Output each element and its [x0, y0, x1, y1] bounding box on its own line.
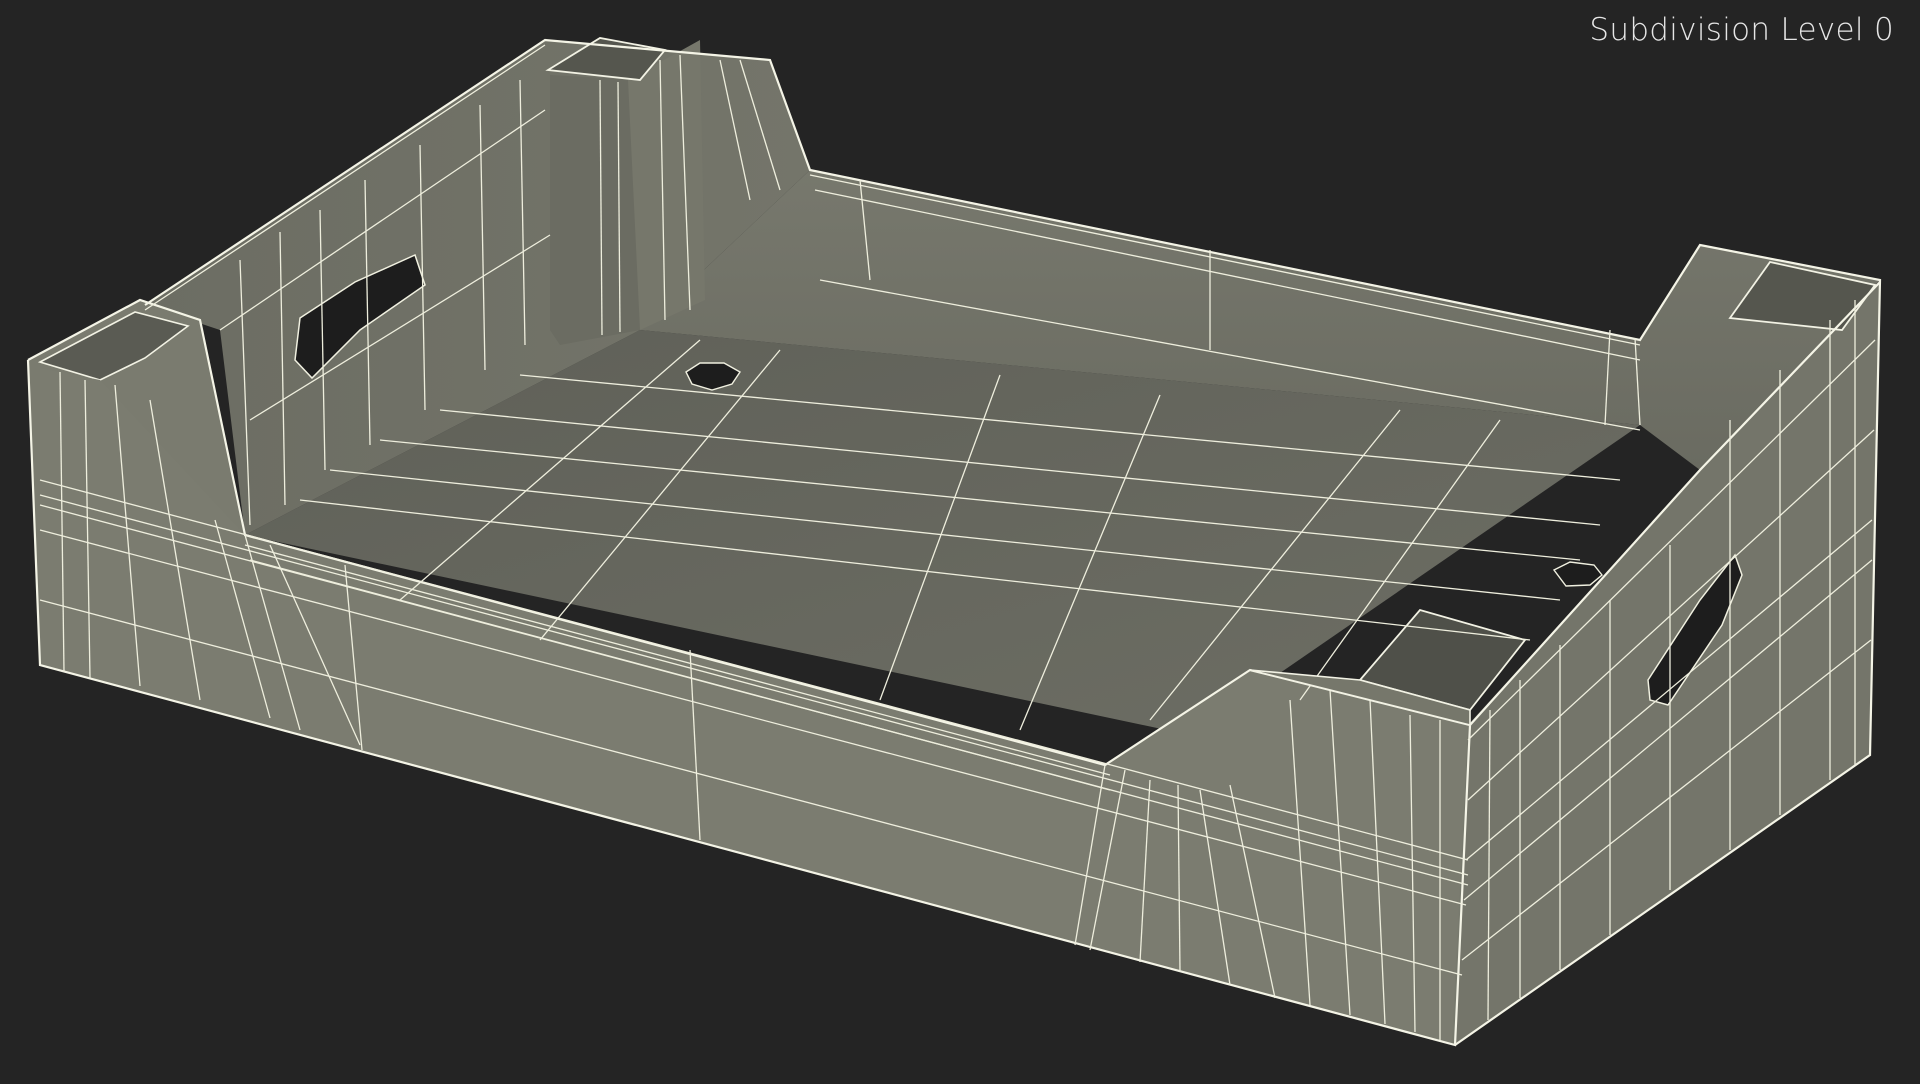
- subdivision-level-label: Subdivision Level 0: [1589, 12, 1894, 48]
- crate-corner-post-right: [628, 40, 705, 330]
- 3d-viewport[interactable]: Subdivision Level 0: [0, 0, 1920, 1080]
- crate-drain-hole-2: [1552, 561, 1603, 587]
- crate-corner-post-back: [550, 75, 640, 345]
- crate-wireframe-render: [26, 37, 1882, 1047]
